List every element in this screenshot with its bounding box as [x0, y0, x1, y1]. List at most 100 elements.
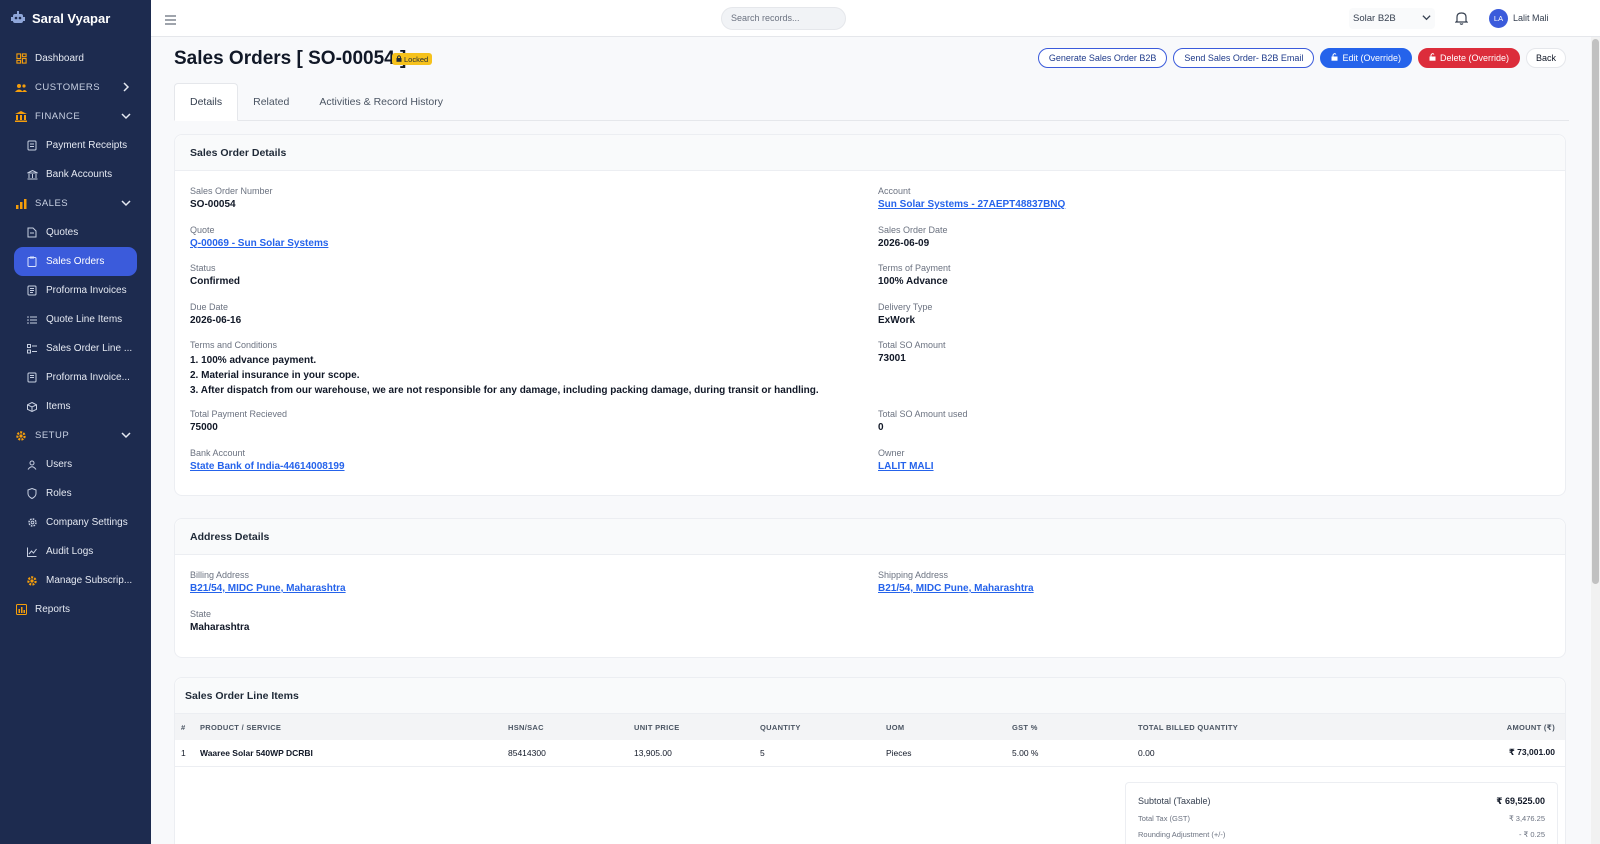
field-terms-of-payment: Terms of Payment 100% Advance	[878, 263, 951, 287]
gear-icon	[26, 517, 38, 529]
column-header: AMOUNT (₹)	[1506, 722, 1555, 732]
sidebar-item-company-settings[interactable]: Company Settings	[14, 508, 137, 537]
chevron-down-icon	[1422, 13, 1431, 25]
notification-bell-icon[interactable]	[1454, 11, 1469, 30]
user-name[interactable]: Lalit Mali	[1513, 13, 1549, 23]
sidebar-item-payment-receipts[interactable]: Payment Receipts	[14, 131, 137, 160]
field-value: Maharashtra	[190, 622, 250, 633]
lock-icon	[396, 54, 402, 64]
field-owner: Owner LALIT MALI	[878, 448, 934, 472]
sidebar-item-users[interactable]: Users	[14, 450, 137, 479]
invoice-icon	[26, 372, 38, 384]
field-label: Sales Order Date	[878, 225, 948, 235]
back-button[interactable]: Back	[1525, 48, 1566, 68]
table-cell: ₹ 73,001.00	[1338, 740, 1565, 767]
sidebar-item-audit-logs[interactable]: Audit Logs	[14, 537, 137, 566]
sidebar-section-finance[interactable]: FINANCE	[14, 102, 137, 131]
organization-select-value: Solar B2B	[1353, 13, 1396, 24]
sidebar-item-bank-accounts[interactable]: Bank Accounts	[14, 160, 137, 189]
table-row[interactable]: 1 Waaree Solar 540WP DCRBI 85414300 13,9…	[175, 740, 1565, 767]
edit-override-button[interactable]: Edit (Override)	[1320, 48, 1412, 68]
field-sales-order-date: Sales Order Date 2026-06-09	[878, 225, 948, 249]
table-header-row: # PRODUCT / SERVICE HSN/SAC UNIT PRICE Q…	[175, 714, 1565, 740]
record-tabs: Details Related Activities & Record Hist…	[174, 83, 1569, 121]
sidebar-item-manage-subscription[interactable]: Manage Subscrip...	[14, 566, 137, 595]
sidebar-item-dashboard[interactable]: Dashboard	[14, 44, 137, 73]
sidebar-item-sales-order-line-items[interactable]: Sales Order Line ...	[14, 334, 137, 363]
shield-icon	[26, 488, 38, 500]
send-sales-order-email-button[interactable]: Send Sales Order- B2B Email	[1173, 48, 1315, 68]
sidebar-item-label: Proforma Invoices	[46, 285, 127, 296]
tab-activities-history[interactable]: Activities & Record History	[304, 83, 458, 121]
field-value: 0	[878, 422, 884, 433]
status-badge-label: Locked	[404, 54, 429, 64]
sidebar-item-quotes[interactable]: Quotes	[14, 218, 137, 247]
totals-row: Total Tax (GST) ₹ 3,476.25	[1126, 814, 1557, 823]
user-icon	[26, 459, 38, 471]
owner-link[interactable]: LALIT MALI	[878, 461, 934, 472]
tab-related[interactable]: Related	[238, 83, 304, 121]
line-chart-icon	[26, 546, 38, 558]
totals-label: Subtotal (Taxable)	[1138, 796, 1211, 806]
field-value: 2026-06-16	[190, 315, 242, 326]
bank-account-link[interactable]: State Bank of India-44614008199	[190, 461, 345, 472]
field-label: Terms of Payment	[878, 263, 951, 273]
quote-link[interactable]: Q-00069 - Sun Solar Systems	[190, 238, 328, 249]
delete-override-label: Delete (Override)	[1439, 53, 1509, 63]
sidebar-item-label: Bank Accounts	[46, 169, 113, 180]
totals-summary: Subtotal (Taxable) ₹ 69,525.00 Total Tax…	[1125, 782, 1558, 844]
sidebar-item-label: Manage Subscrip...	[46, 575, 133, 586]
sidebar-item-label: Roles	[46, 488, 72, 499]
field-total-payment-received: Total Payment Recieved 75000	[190, 409, 287, 433]
column-header: GST %	[1012, 722, 1038, 732]
field-label: Status	[190, 263, 216, 273]
table-cell: 13,905.00	[634, 740, 760, 767]
sidebar-section-setup[interactable]: SETUP	[14, 421, 137, 450]
table-cell: 5.00 %	[1012, 740, 1138, 767]
field-sales-order-number: Sales Order Number SO-00054	[190, 186, 273, 210]
sidebar-section-sales[interactable]: SALES	[14, 189, 137, 218]
sidebar-item-quote-line-items[interactable]: Quote Line Items	[14, 305, 137, 334]
menu-icon[interactable]	[165, 12, 176, 30]
sidebar-item-label: Audit Logs	[46, 546, 94, 557]
sidebar-item-label: Sales Orders	[46, 256, 105, 267]
shipping-address-link[interactable]: B21/54, MIDC Pune, Maharashtra	[878, 583, 1034, 594]
avatar[interactable]: LA	[1489, 9, 1508, 28]
delete-override-button[interactable]: Delete (Override)	[1417, 48, 1520, 68]
sidebar-item-items[interactable]: Items	[14, 392, 137, 421]
topbar: Search records... Solar B2B LA Lalit Mal…	[151, 0, 1600, 37]
organization-select[interactable]: Solar B2B	[1349, 8, 1435, 29]
sidebar-item-reports[interactable]: Reports	[14, 595, 137, 624]
sidebar-item-label: Reports	[35, 604, 71, 615]
search-input[interactable]: Search records...	[721, 7, 846, 30]
sidebar-item-roles[interactable]: Roles	[14, 479, 137, 508]
brand[interactable]: Saral Vyapar	[0, 0, 151, 36]
field-label: Owner	[878, 448, 905, 458]
sidebar-section-customers[interactable]: CUSTOMERS	[14, 73, 137, 102]
app-name: Saral Vyapar	[32, 10, 111, 26]
billing-address-link[interactable]: B21/54, MIDC Pune, Maharashtra	[190, 583, 346, 594]
receipt-icon	[26, 140, 38, 152]
tab-details[interactable]: Details	[174, 83, 239, 121]
column-header: HSN/SAC	[508, 722, 544, 732]
page-scrollbar[interactable]	[1591, 37, 1600, 844]
address-details-card: Address Details Billing Address B21/54, …	[174, 518, 1566, 658]
sidebar-item-label: Company Settings	[46, 517, 128, 528]
sidebar-section-label: FINANCE	[35, 111, 81, 122]
sidebar-item-label: Sales Order Line ...	[46, 343, 133, 354]
gear-icon	[15, 430, 27, 442]
sidebar-nav: Dashboard CUSTOMERS FINANCE Payment Rece…	[0, 36, 151, 624]
dashboard-icon	[15, 53, 27, 65]
sidebar-item-proforma-invoice-line-items[interactable]: Proforma Invoice...	[14, 363, 137, 392]
list-icon	[26, 314, 38, 326]
table-cell: Waaree Solar 540WP DCRBI	[200, 740, 508, 767]
field-status: Status Confirmed	[190, 263, 240, 287]
field-value: SO-00054	[190, 199, 236, 210]
sidebar-item-sales-orders[interactable]: Sales Orders	[14, 247, 137, 276]
scrollbar-thumb[interactable]	[1592, 39, 1599, 584]
generate-sales-order-button[interactable]: Generate Sales Order B2B	[1037, 48, 1168, 68]
field-delivery-type: Delivery Type ExWork	[878, 302, 932, 326]
field-label: Bank Account	[190, 448, 246, 458]
account-link[interactable]: Sun Solar Systems - 27AEPT48837BNQ	[878, 199, 1065, 210]
sidebar-item-proforma-invoices[interactable]: Proforma Invoices	[14, 276, 137, 305]
